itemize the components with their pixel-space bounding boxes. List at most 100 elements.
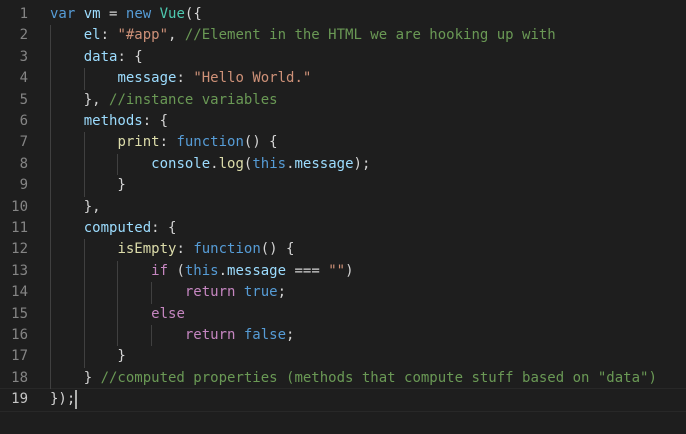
token-prop: computed xyxy=(83,220,152,236)
line-number: 12 xyxy=(11,241,28,258)
token-text: : { xyxy=(117,48,143,65)
token-keyword: new xyxy=(125,6,152,22)
code-line[interactable]: 4 message: "Hello World." xyxy=(0,68,686,89)
line-number: 11 xyxy=(11,220,28,236)
token-comment: //computed properties (methods that comp… xyxy=(100,369,657,386)
code-line[interactable]: 16 return false; xyxy=(0,325,686,346)
token-func: isEmpty xyxy=(117,241,177,258)
code-line[interactable]: 14 return true; xyxy=(0,282,686,303)
line-number: 2 xyxy=(19,27,28,44)
token-control: if xyxy=(151,262,169,279)
token-keyword: var xyxy=(50,6,76,22)
token-text: . xyxy=(286,155,295,172)
code-text: data: { xyxy=(50,47,143,68)
line-number: 4 xyxy=(19,70,28,87)
token-control: return xyxy=(184,327,236,343)
code-text: methods: { xyxy=(50,111,168,132)
line-number: 17 xyxy=(11,348,28,365)
line-number: 14 xyxy=(11,284,28,301)
code-text: return false; xyxy=(50,325,295,346)
token-text: ; xyxy=(286,327,295,343)
code-line[interactable]: 9 } xyxy=(0,175,686,196)
line-number: 16 xyxy=(11,327,28,343)
code-line[interactable]: 2 el: "#app", //Element in the HTML we a… xyxy=(0,25,686,46)
code-line[interactable]: 11 computed: { xyxy=(0,218,686,239)
token-text: : xyxy=(176,241,194,258)
token-text: : { xyxy=(151,220,177,236)
code-line[interactable]: 3 data: { xyxy=(0,47,686,68)
code-line[interactable]: 7 print: function() { xyxy=(0,132,686,153)
indent-guide xyxy=(151,325,153,347)
line-number: 6 xyxy=(19,113,28,129)
code-text: if (this.message === "") xyxy=(50,261,353,282)
code-text: var vm = new Vue({ xyxy=(50,4,202,25)
line-number: 3 xyxy=(19,48,28,65)
token-keyword: this xyxy=(252,155,287,172)
code-line[interactable]: 6 methods: { xyxy=(0,111,686,132)
code-text: } //computed properties (methods that co… xyxy=(50,368,657,389)
token-text: ; xyxy=(277,284,287,301)
token-text: : xyxy=(159,134,177,151)
token-prop: console xyxy=(151,155,211,172)
token-text: ({ xyxy=(184,6,202,22)
code-line[interactable]: 18 } //computed properties (methods that… xyxy=(0,368,686,389)
token-string: "Hello World." xyxy=(193,70,312,87)
token-keyword: this xyxy=(184,262,219,279)
token-func: print xyxy=(117,134,160,151)
code-line[interactable]: 1 var vm = new Vue({ xyxy=(0,4,686,25)
token-comment: //instance variables xyxy=(109,91,278,108)
token-text: () { xyxy=(260,241,295,258)
code-text: }, xyxy=(50,197,101,218)
code-line[interactable]: 12 isEmpty: function() { xyxy=(0,239,686,260)
code-line[interactable]: 8 console.log(this.message); xyxy=(0,154,686,175)
code-editor[interactable]: 1 var vm = new Vue({2 el: "#app", //Eleme… xyxy=(0,0,686,434)
code-text: } xyxy=(50,346,125,367)
code-line[interactable]: 5 }, //instance variables xyxy=(0,90,686,111)
code-line[interactable]: 13 if (this.message === "") xyxy=(0,261,686,282)
token-keyword: false xyxy=(243,327,287,343)
token-text: }); xyxy=(50,391,76,408)
token-string: "#app" xyxy=(117,27,169,44)
token-text: . xyxy=(218,262,228,279)
code-line[interactable]: 15 else xyxy=(0,304,686,325)
code-text: isEmpty: function() { xyxy=(50,239,294,260)
indent-guide xyxy=(117,153,119,176)
token-prop: el xyxy=(83,27,101,44)
code-text: console.log(this.message); xyxy=(50,154,370,175)
token-prop: message xyxy=(117,70,177,87)
token-func: log xyxy=(218,155,244,172)
token-text: = xyxy=(100,6,126,22)
token-prop: message xyxy=(227,262,287,279)
line-number: 10 xyxy=(11,198,28,215)
line-number: 8 xyxy=(19,155,28,172)
token-text: }, xyxy=(50,91,110,108)
line-number: 18 xyxy=(11,369,28,386)
token-text: } xyxy=(50,177,126,194)
line-number: 9 xyxy=(19,177,28,194)
indent-guide xyxy=(83,132,85,197)
code-text: message: "Hello World." xyxy=(50,68,311,89)
token-text: , xyxy=(168,27,185,44)
line-number: 19 xyxy=(11,391,28,408)
indent-guide xyxy=(117,260,119,347)
indent-guide xyxy=(151,282,153,304)
code-text: }); xyxy=(50,389,75,410)
code-line[interactable]: 10 }, xyxy=(0,197,686,218)
token-text: . xyxy=(210,155,219,172)
code-line[interactable]: 19}); xyxy=(0,388,686,412)
token-string: "" xyxy=(328,262,346,279)
token-text: }, xyxy=(50,198,101,215)
code-line[interactable]: 17 } xyxy=(0,346,686,367)
token-text: : xyxy=(176,70,194,87)
token-keyword: true xyxy=(243,284,278,301)
code-text: }, //instance variables xyxy=(50,90,278,111)
